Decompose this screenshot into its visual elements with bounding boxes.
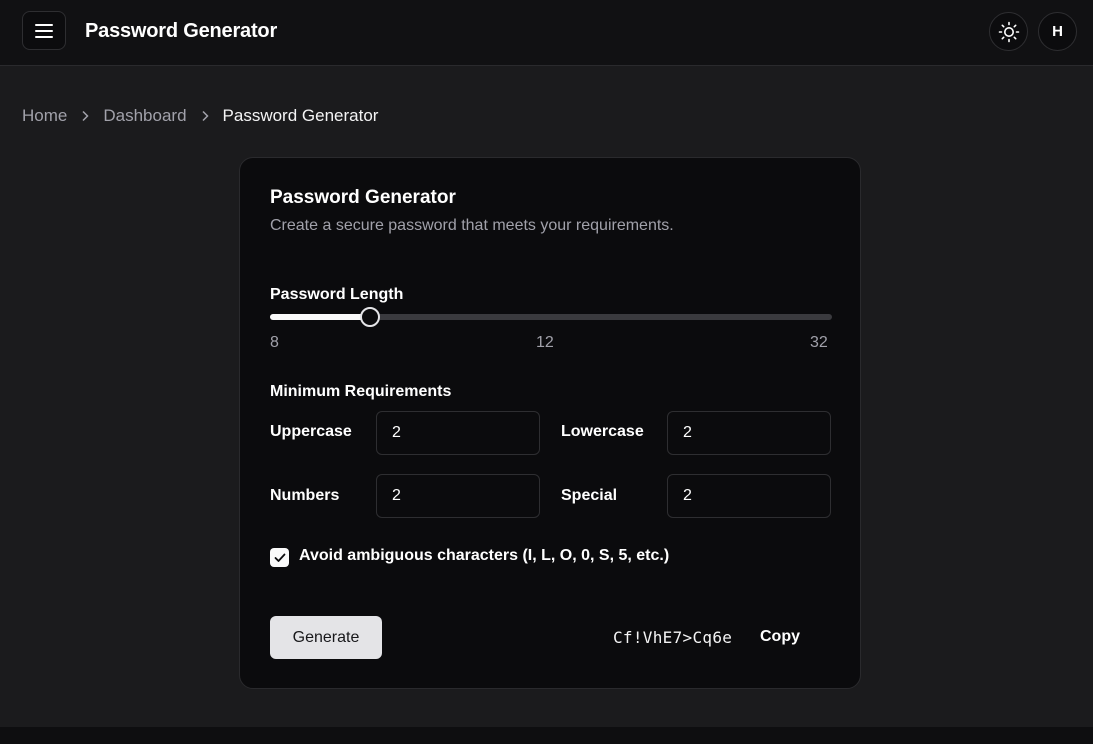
copy-button[interactable]: Copy xyxy=(760,628,800,646)
theme-toggle-button[interactable] xyxy=(989,12,1028,51)
lowercase-input[interactable] xyxy=(667,411,831,455)
special-input[interactable] xyxy=(667,474,831,518)
check-icon xyxy=(274,553,285,562)
card-description: Create a secure password that meets your… xyxy=(270,217,674,234)
slider-value-label: 12 xyxy=(536,334,554,351)
special-label: Special xyxy=(561,487,618,504)
chevron-right-icon xyxy=(81,110,89,122)
uppercase-label: Uppercase xyxy=(270,423,352,440)
lowercase-label: Lowercase xyxy=(561,423,644,440)
generate-button[interactable]: Generate xyxy=(270,616,382,659)
uppercase-input[interactable] xyxy=(376,411,540,455)
app-title: Password Generator xyxy=(85,20,278,42)
password-length-label: Password Length xyxy=(270,286,404,303)
chevron-right-icon xyxy=(201,110,209,122)
sun-icon xyxy=(998,21,1019,42)
numbers-input[interactable] xyxy=(376,474,540,518)
hamburger-icon xyxy=(35,23,53,38)
password-generator-card: Password Generator Create a secure passw… xyxy=(239,157,861,689)
generated-password: Cf!VhE7>Cq6e xyxy=(613,628,733,647)
slider-thumb[interactable] xyxy=(360,307,380,327)
slider-min-label: 8 xyxy=(270,334,279,351)
top-bar: Password Generator H xyxy=(0,0,1093,66)
breadcrumb-dashboard[interactable]: Dashboard xyxy=(103,106,186,126)
avoid-ambiguous-label[interactable]: Avoid ambiguous characters (I, L, O, 0, … xyxy=(299,547,669,565)
breadcrumb: Home Dashboard Password Generator xyxy=(22,106,378,126)
user-avatar[interactable]: H xyxy=(1038,12,1077,51)
breadcrumb-home[interactable]: Home xyxy=(22,106,67,126)
slider-max-label: 32 xyxy=(810,334,828,351)
breadcrumb-current: Password Generator xyxy=(222,106,379,125)
menu-button[interactable] xyxy=(22,11,66,50)
password-length-slider[interactable] xyxy=(270,307,832,327)
slider-fill xyxy=(270,314,370,320)
footer-strip xyxy=(0,727,1093,744)
avoid-ambiguous-checkbox[interactable] xyxy=(270,548,289,567)
minimum-requirements-label: Minimum Requirements xyxy=(270,383,452,400)
card-title: Password Generator xyxy=(270,187,456,208)
numbers-label: Numbers xyxy=(270,487,340,504)
